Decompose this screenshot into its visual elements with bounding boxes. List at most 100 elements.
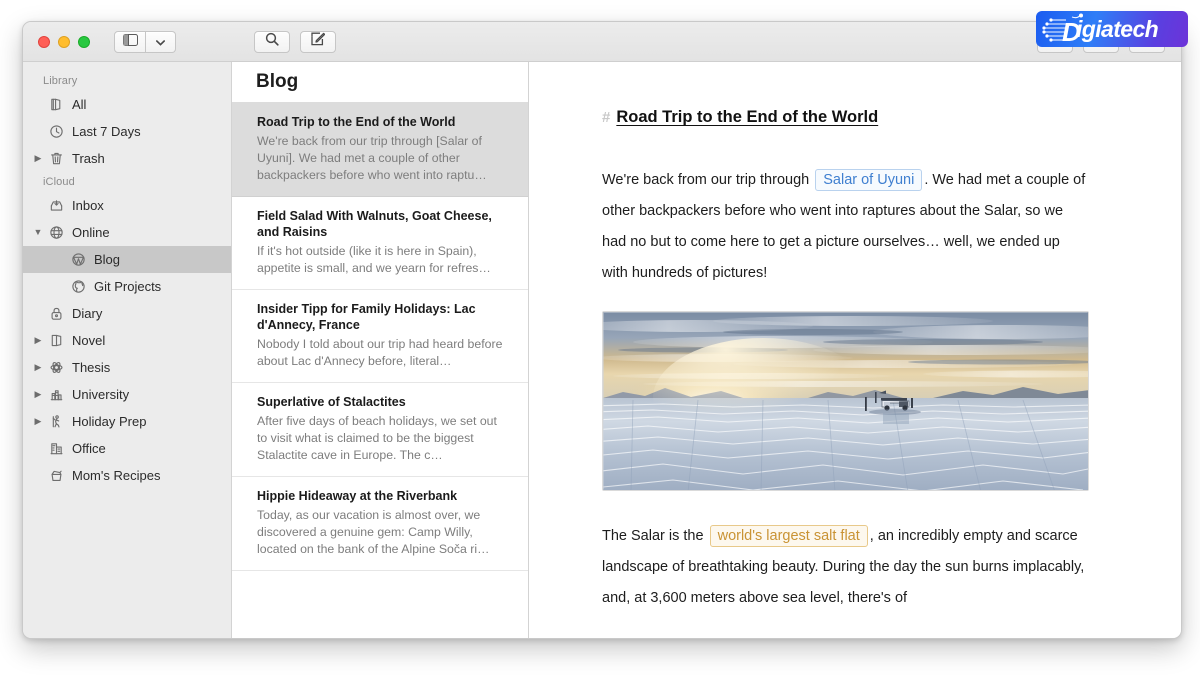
sidebar-item-thesis[interactable]: ▶ Thesis <box>23 354 231 381</box>
sidebar-item-label: Thesis <box>72 360 111 375</box>
sidebar-item-mom-s-recipes[interactable]: ▶Mom's Recipes <box>23 462 231 489</box>
paragraph-two-before: The Salar is the <box>602 528 704 544</box>
sidebar-item-diary[interactable]: ▶Diary <box>23 300 231 327</box>
close-button[interactable] <box>38 35 50 48</box>
sidebar-item-label: Trash <box>72 151 105 166</box>
chevron-right-icon[interactable]: ▶ <box>31 154 45 163</box>
note-item-title: Road Trip to the End of the World <box>257 115 456 129</box>
sidebar-item-online[interactable]: ▼ Online <box>23 219 231 246</box>
inbox-icon <box>45 198 67 213</box>
sidebar-item-all[interactable]: ▶All <box>23 91 231 118</box>
sidebar-item-git-projects[interactable]: ▶Git Projects <box>23 273 231 300</box>
sidebar-item-last-7-days[interactable]: ▶Last 7 Days <box>23 118 231 145</box>
globe-icon <box>45 225 67 240</box>
note-list-item[interactable]: Superlative of Stalactites After five day… <box>232 383 528 477</box>
sidebar-item-inbox[interactable]: ▶Inbox <box>23 192 231 219</box>
chevron-right-icon[interactable]: ▶ <box>31 363 45 372</box>
hiker-icon <box>45 414 67 429</box>
chevron-right-icon[interactable]: ▶ <box>31 417 45 426</box>
clock-icon <box>45 124 67 139</box>
campus-icon <box>45 387 67 402</box>
logo-initial: D <box>1062 17 1081 45</box>
note-list-item[interactable]: Field Salad With Walnuts, Goat Cheese, a… <box>232 197 528 290</box>
sidebar-item-trash[interactable]: ▶ Trash <box>23 145 231 172</box>
sidebar-item-label: University <box>72 387 130 402</box>
sidebar-options-button[interactable] <box>146 30 176 53</box>
compose-icon <box>311 32 326 51</box>
window-content: Library▶All▶Last 7 Days▶TrashiCloud▶Inbo… <box>23 62 1181 638</box>
chevron-down-icon <box>156 33 165 51</box>
chevron-down-icon[interactable]: ▼ <box>31 228 45 237</box>
paragraph-two: The Salar is the world's largest salt fl… <box>602 521 1086 614</box>
sidebar-item-label: Holiday Prep <box>72 414 147 429</box>
note-list-item[interactable]: Road Trip to the End of the World We're b… <box>232 103 528 197</box>
sidebar-item-label: Mom's Recipes <box>72 468 161 483</box>
highlight-token-salt-flat[interactable]: world's largest salt flat <box>709 525 868 547</box>
traffic-lights <box>38 35 90 48</box>
sidebar-item-label: Blog <box>94 252 121 267</box>
sidebar-item-holiday-prep[interactable]: ▶ Holiday Prep <box>23 408 231 435</box>
window-titlebar <box>23 22 1181 62</box>
note-item-preview: Nobody I told about our trip had heard b… <box>257 337 503 368</box>
minimize-button[interactable] <box>58 35 70 48</box>
app-window: Library▶All▶Last 7 Days▶TrashiCloud▶Inbo… <box>22 21 1182 639</box>
sidebar-item-label: Last 7 Days <box>72 124 141 139</box>
chevron-right-icon[interactable]: ▶ <box>31 336 45 345</box>
note-editor[interactable]: # Road Trip to the End of the World We'r… <box>529 62 1181 638</box>
note-item-preview: We're back from our trip through [Salar … <box>257 134 487 182</box>
digiatech-logo: D igiatech <box>1036 11 1188 47</box>
note-list-item[interactable]: Insider Tipp for Family Holidays: Lac d'… <box>232 290 528 383</box>
new-note-button[interactable] <box>300 30 336 53</box>
note-list-item[interactable]: Hippie Hideaway at the Riverbank Today, a… <box>232 477 528 571</box>
note-list-panel: Blog Road Trip to the End of the World We… <box>232 62 529 638</box>
note-list-title: Blog <box>256 71 299 92</box>
books-icon <box>45 97 67 112</box>
document-title-row: # Road Trip to the End of the World <box>602 108 1086 127</box>
note-item-title: Insider Tipp for Family Holidays: Lac d'… <box>257 302 476 332</box>
sidebar-toggle-button[interactable] <box>114 30 146 53</box>
sidebar-item-label: Office <box>72 441 106 456</box>
search-icon <box>265 32 279 51</box>
pot-icon <box>45 468 67 483</box>
markdown-hash-icon: # <box>602 109 611 126</box>
paragraph-one-before: We're back from our trip through <box>602 172 810 188</box>
toolbar-middle-group <box>254 30 336 53</box>
search-button[interactable] <box>254 30 290 53</box>
sidebar-section-header: Library <box>43 75 78 87</box>
zoom-button[interactable] <box>78 35 90 48</box>
toolbar-left-group <box>114 30 176 53</box>
sidebar: Library▶All▶Last 7 Days▶TrashiCloud▶Inbo… <box>23 62 232 638</box>
note-item-preview: After five days of beach holidays, we se… <box>257 414 497 462</box>
digiatech-mark-icon: D <box>1042 13 1083 45</box>
sidebar-item-label: Online <box>72 225 110 240</box>
sidebar-item-office[interactable]: ▶Office <box>23 435 231 462</box>
note-editor-content: # Road Trip to the End of the World We'r… <box>529 62 1181 614</box>
sidebar-item-label: All <box>72 97 87 112</box>
note-item-preview: Today, as our vacation is almost over, w… <box>257 508 490 556</box>
note-item-preview: If it's hot outside (like it is here in … <box>257 244 491 275</box>
sidebar-item-label: Inbox <box>72 198 104 213</box>
document-image[interactable] <box>602 311 1089 491</box>
sidebar-icon <box>122 33 138 51</box>
sidebar-item-novel[interactable]: ▶ Novel <box>23 327 231 354</box>
book-icon <box>45 333 67 348</box>
note-item-title: Field Salad With Walnuts, Goat Cheese, a… <box>257 209 492 239</box>
note-list-items: Road Trip to the End of the World We're b… <box>232 103 528 638</box>
note-list-header: Blog <box>232 62 528 103</box>
sidebar-item-label: Diary <box>72 306 103 321</box>
salt-flat-photo <box>603 312 1088 490</box>
lock-icon <box>45 306 67 321</box>
document-title: Road Trip to the End of the World <box>616 108 879 126</box>
paragraph-one: We're back from our trip through Salar o… <box>602 165 1086 289</box>
chevron-right-icon[interactable]: ▶ <box>31 390 45 399</box>
github-icon <box>67 279 89 294</box>
sidebar-item-university[interactable]: ▶ University <box>23 381 231 408</box>
link-token-salar-of-uyuni[interactable]: Salar of Uyuni <box>815 169 923 191</box>
trash-icon <box>45 151 67 166</box>
sidebar-section-header: iCloud <box>43 176 75 188</box>
sidebar-item-blog[interactable]: ▶Blog <box>23 246 231 273</box>
atom-icon <box>45 360 67 375</box>
note-item-title: Superlative of Stalactites <box>257 395 406 409</box>
wordpress-icon <box>67 252 89 267</box>
sidebar-item-label: Novel <box>72 333 106 348</box>
